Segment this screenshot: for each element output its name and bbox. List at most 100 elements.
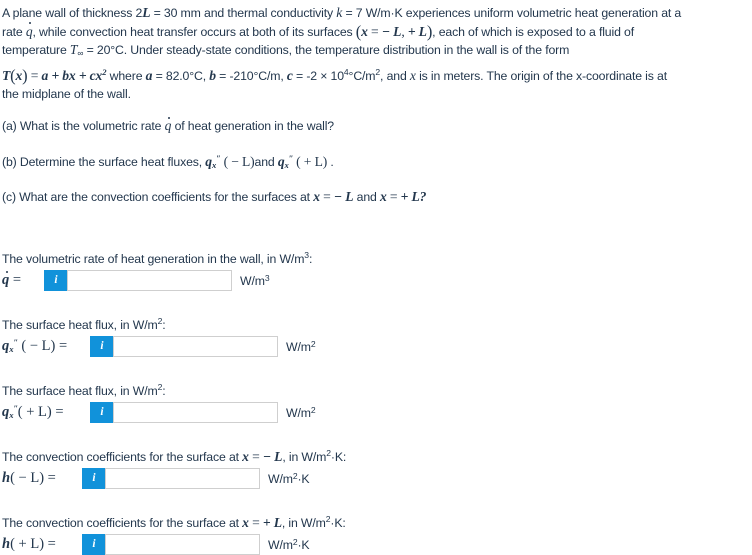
answer-field-qx-plus-L: i bbox=[90, 401, 278, 423]
prompt-colon: : bbox=[308, 251, 313, 266]
answer-row-qx-minus-L: qx″ ( − L) = i W/m2 bbox=[2, 335, 750, 357]
symbol-T-func: T bbox=[2, 67, 11, 83]
arg-and-equals: ( − L) = bbox=[17, 338, 68, 355]
answer-row-qdot: q = i W/m3 bbox=[2, 269, 750, 291]
prompt-text: The surface heat flux, in W/m bbox=[2, 383, 158, 398]
answer-input-qx-plus-L[interactable] bbox=[113, 401, 278, 423]
answer-block-h-plus-L: The convection coefficients for the surf… bbox=[2, 511, 750, 555]
question-part-c: (c) What are the convection coefficients… bbox=[2, 189, 750, 205]
statement-text: A plane wall of thickness 2 bbox=[2, 6, 143, 20]
question-part-b: (b) Determine the surface heat fluxes, q… bbox=[2, 150, 750, 173]
answer-field-h-minus-L: i bbox=[82, 467, 260, 489]
prompt-text: The volumetric rate of heat generation i… bbox=[2, 251, 305, 266]
answer-field-h-plus-L: i bbox=[82, 533, 260, 555]
equals-sign: = bbox=[319, 188, 334, 204]
statement-text: = 30 mm and thermal conductivity bbox=[150, 6, 337, 20]
prompt-colon: ·K: bbox=[330, 449, 347, 464]
equals-sign: = bbox=[248, 514, 263, 530]
symbol-b: b bbox=[209, 67, 216, 83]
symbol-x: x bbox=[361, 23, 368, 39]
answer-input-h-plus-L[interactable] bbox=[105, 533, 260, 555]
statement-line-5: the midplane of the wall. bbox=[2, 87, 131, 102]
info-icon-qx-plus-L[interactable]: i bbox=[90, 401, 113, 423]
answer-label-h-minus-L: h( − L) = bbox=[2, 470, 82, 487]
formula-abc: a + bx + cx bbox=[41, 67, 103, 83]
symbol-plus-L: + L bbox=[407, 23, 427, 39]
symbol-q-dot: q bbox=[2, 270, 10, 288]
info-icon-h-plus-L[interactable]: i bbox=[82, 533, 105, 555]
symbol-plus-L: + L bbox=[400, 188, 420, 204]
statement-line-1: A plane wall of thickness 2L = 30 mm and… bbox=[2, 4, 752, 23]
arg-and-equals: ( + L) = bbox=[10, 535, 56, 552]
answer-unit-qx-minus-L: W/m2 bbox=[286, 338, 316, 354]
equals-sign: = bbox=[386, 188, 401, 204]
answer-prompt-qx-minus-L: The surface heat flux, in W/m2: bbox=[2, 313, 750, 333]
answer-row-qx-plus-L: qx″( + L) = i W/m2 bbox=[2, 401, 750, 423]
period: . bbox=[327, 154, 334, 169]
problem-statement: A plane wall of thickness 2L = 30 mm and… bbox=[2, 4, 752, 104]
answer-input-qx-minus-L[interactable] bbox=[113, 335, 278, 357]
info-icon-qx-minus-L[interactable]: i bbox=[90, 335, 113, 357]
symbol-q-dot: q bbox=[164, 116, 172, 133]
info-icon-qdot[interactable]: i bbox=[44, 269, 67, 291]
answer-block-qx-plus-L: The surface heat flux, in W/m2: qx″( + L… bbox=[2, 379, 750, 423]
answer-input-qdot[interactable] bbox=[67, 269, 232, 291]
statement-text: is in meters. The origin of the x-coordi… bbox=[415, 68, 667, 83]
arg-minus-L: ( − L) bbox=[220, 153, 255, 169]
equals-sign: = bbox=[9, 271, 22, 288]
answer-field-qx-minus-L: i bbox=[90, 335, 278, 357]
prompt-text: The convection coefficients for the surf… bbox=[2, 515, 243, 530]
part-c-text: (c) What are the convection coefficients… bbox=[2, 189, 314, 204]
unit-text: W/m bbox=[286, 405, 311, 420]
answer-field-qdot: i bbox=[44, 269, 232, 291]
answer-unit-qx-plus-L: W/m2 bbox=[286, 404, 316, 420]
prompt-colon: : bbox=[162, 383, 166, 398]
part-c-text: and bbox=[353, 189, 380, 204]
value-c-prefix: = -2 × 10 bbox=[292, 68, 344, 83]
statement-text: , and bbox=[380, 68, 410, 83]
unit-exponent: 2 bbox=[310, 404, 316, 415]
answer-prompt-qx-plus-L: The surface heat flux, in W/m2: bbox=[2, 379, 750, 399]
unit-exponent: 2 bbox=[310, 338, 316, 349]
info-icon-h-minus-L[interactable]: i bbox=[82, 467, 105, 489]
value-c-units: °C/m bbox=[348, 68, 376, 83]
unit-suffix: ·K bbox=[297, 471, 310, 486]
unit-text: W/m bbox=[268, 537, 293, 552]
symbol-h: h bbox=[2, 535, 11, 552]
answer-block-qx-minus-L: The surface heat flux, in W/m2: qx″ ( − … bbox=[2, 313, 750, 357]
symbol-x: x bbox=[379, 188, 387, 204]
answer-label-qdot: q = bbox=[2, 270, 44, 289]
arg-and-equals: ( + L) = bbox=[17, 404, 64, 421]
value-b: = -210°C/m, bbox=[215, 68, 287, 83]
symbol-minus-L: − L bbox=[381, 23, 402, 39]
prompt-text: , in W/m bbox=[282, 449, 327, 464]
answer-input-h-minus-L[interactable] bbox=[105, 467, 260, 489]
answer-label-h-plus-L: h( + L) = bbox=[2, 536, 82, 553]
problem-page: A plane wall of thickness 2L = 30 mm and… bbox=[0, 0, 752, 555]
answer-block-qdot: The volumetric rate of heat generation i… bbox=[2, 247, 750, 291]
statement-line-3: temperature T∞ = 20°C. Under steady-stat… bbox=[2, 41, 752, 63]
equals-sign: = bbox=[367, 23, 382, 39]
value-a: = 82.0°C, bbox=[152, 68, 210, 83]
answer-label-qx-plus-L: qx″( + L) = bbox=[2, 403, 90, 421]
statement-text: = 20°C. Under steady-state conditions, t… bbox=[83, 43, 570, 58]
prompt-text: , in W/m bbox=[281, 515, 326, 530]
prompt-text: The surface heat flux, in W/m bbox=[2, 317, 158, 332]
answer-row-h-minus-L: h( − L) = i W/m2·K bbox=[2, 467, 750, 489]
symbol-minus-L: − L bbox=[333, 188, 354, 204]
answer-block-h-minus-L: The convection coefficients for the surf… bbox=[2, 445, 750, 489]
symbol-q-dot: q bbox=[26, 21, 33, 42]
symbol-minus-L: − L bbox=[262, 448, 283, 464]
unit-exponent: 3 bbox=[264, 272, 270, 283]
part-a-text: of heat generation in the wall? bbox=[171, 118, 335, 133]
unit-text: W/m bbox=[286, 339, 311, 354]
answer-prompt-h-plus-L: The convection coefficients for the surf… bbox=[2, 511, 750, 531]
symbol-qx-2: q bbox=[277, 153, 285, 169]
unit-suffix: ·K bbox=[297, 537, 310, 552]
part-b-text: (b) Determine the surface heat fluxes, bbox=[2, 154, 206, 169]
statement-text: where bbox=[106, 68, 146, 83]
symbol-qx-1: q bbox=[205, 153, 212, 169]
statement-text: , each of which is exposed to a fluid of bbox=[432, 24, 634, 39]
arg-plus-L: ( + L) bbox=[292, 153, 328, 169]
equals-sign: = bbox=[27, 67, 42, 83]
